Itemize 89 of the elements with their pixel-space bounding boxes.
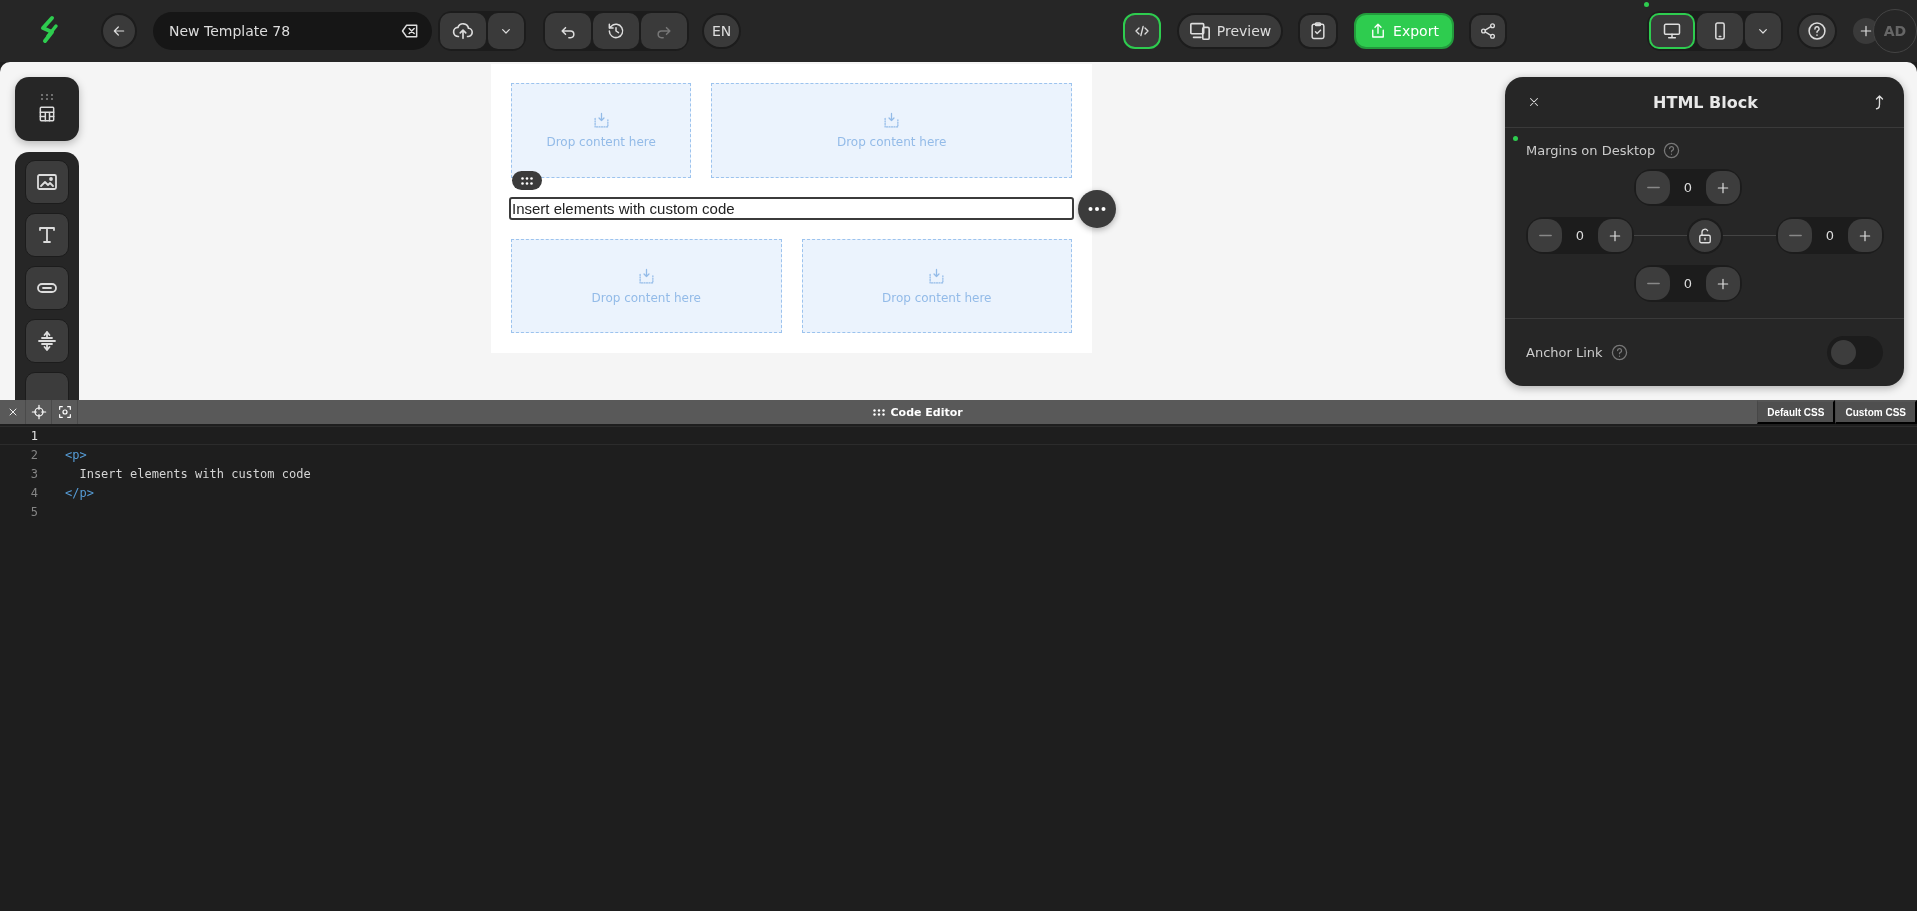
drag-dots-icon bbox=[872, 408, 885, 416]
back-icon bbox=[111, 23, 127, 39]
button-tool[interactable] bbox=[25, 266, 69, 310]
drop-icon bbox=[592, 112, 610, 129]
clipboard-check-icon bbox=[1308, 21, 1328, 41]
anchor-link-toggle[interactable] bbox=[1827, 335, 1883, 369]
drop-zone-label: Drop content here bbox=[882, 290, 992, 305]
share-button[interactable] bbox=[1469, 13, 1507, 49]
history-icon bbox=[606, 21, 626, 41]
help-button[interactable] bbox=[1797, 13, 1837, 49]
more-icon bbox=[1088, 206, 1106, 212]
back-button[interactable] bbox=[101, 13, 137, 49]
code-view-button[interactable] bbox=[1123, 13, 1161, 49]
mobile-view-button[interactable] bbox=[1697, 13, 1743, 49]
line-number: 2 bbox=[29, 447, 38, 462]
spacer-tool[interactable] bbox=[25, 319, 69, 363]
margin-stepper[interactable]: 0 bbox=[1634, 265, 1742, 302]
locate-button[interactable] bbox=[30, 404, 47, 420]
undo-button[interactable] bbox=[545, 13, 591, 49]
drag-dots-icon bbox=[40, 94, 54, 100]
cloud-upload-icon bbox=[452, 20, 474, 42]
code-text: <p> bbox=[65, 447, 87, 462]
editor-title: Code Editor bbox=[890, 405, 963, 419]
unlock-icon bbox=[1696, 226, 1714, 245]
clear-button[interactable] bbox=[400, 21, 420, 41]
drag-dots-icon bbox=[521, 176, 533, 185]
minus-icon bbox=[1646, 282, 1660, 285]
desktop-view-button[interactable] bbox=[1649, 13, 1695, 49]
margin-stepper[interactable]: 0 bbox=[1526, 217, 1634, 254]
help-icon bbox=[1610, 343, 1628, 361]
margin-value: 0 bbox=[1575, 228, 1585, 243]
anchor-link-label: Anchor Link bbox=[1526, 344, 1603, 360]
preview-button[interactable]: Preview bbox=[1177, 13, 1283, 49]
history-button[interactable] bbox=[593, 13, 639, 49]
close-button[interactable] bbox=[1527, 95, 1541, 109]
line-number: 1 bbox=[29, 428, 38, 443]
lock-button[interactable] bbox=[1687, 217, 1723, 254]
margin-stepper[interactable]: 0 bbox=[1634, 169, 1742, 206]
help-icon bbox=[1807, 21, 1827, 41]
increase-button[interactable] bbox=[1706, 171, 1740, 204]
minus-icon bbox=[1646, 186, 1660, 189]
margin-stepper[interactable]: 0 bbox=[1776, 217, 1884, 254]
editor-tab[interactable]: Default CSS bbox=[1757, 400, 1836, 424]
clear-icon bbox=[400, 21, 420, 41]
drop-zone-label: Drop content here bbox=[591, 290, 701, 305]
line-number: 3 bbox=[29, 466, 38, 481]
share-icon bbox=[1479, 22, 1497, 40]
minus-icon bbox=[1788, 234, 1802, 237]
desktop-icon bbox=[1662, 21, 1682, 41]
code-text: </p> bbox=[65, 485, 94, 500]
more-button[interactable] bbox=[1078, 190, 1116, 228]
layout-icon bbox=[37, 104, 57, 124]
editor-tab[interactable]: Custom CSS bbox=[1835, 400, 1917, 424]
drop-zone-label: Drop content here bbox=[836, 135, 947, 149]
drop-zone-label: Drop content here bbox=[546, 135, 656, 149]
code-text: Insert elements with custom code bbox=[78, 466, 311, 481]
html-block[interactable]: Insert elements with custom code bbox=[509, 197, 1074, 220]
text-input[interactable]: New Template 78 bbox=[167, 22, 400, 40]
close-icon bbox=[1527, 95, 1541, 109]
margin-value: 0 bbox=[1825, 228, 1835, 243]
margins-label: Margins on Desktop bbox=[1526, 143, 1656, 158]
status-dot bbox=[1644, 2, 1649, 7]
clipboard-button[interactable] bbox=[1298, 13, 1338, 49]
line-number: 4 bbox=[29, 485, 38, 500]
template-name-field[interactable]: New Template 78 bbox=[153, 12, 432, 50]
layout-toolbox[interactable] bbox=[15, 77, 79, 141]
increase-button[interactable] bbox=[1598, 219, 1632, 252]
spacer-icon bbox=[35, 329, 59, 353]
drop-icon bbox=[637, 267, 655, 285]
help-icon bbox=[1663, 142, 1681, 159]
increase-button[interactable] bbox=[1706, 267, 1740, 300]
drop-icon bbox=[883, 112, 901, 129]
margin-value: 0 bbox=[1683, 276, 1693, 291]
minus-icon bbox=[1538, 234, 1552, 237]
line-number: 5 bbox=[29, 504, 38, 519]
upload-button[interactable] bbox=[440, 13, 486, 49]
focus-button[interactable] bbox=[56, 404, 73, 420]
drag-handle[interactable] bbox=[512, 171, 542, 190]
image-tool[interactable] bbox=[25, 160, 69, 204]
text-tool[interactable] bbox=[25, 213, 69, 257]
language-button[interactable]: EN bbox=[702, 13, 742, 49]
panel-title: HTML Block bbox=[1652, 92, 1759, 112]
devices-icon bbox=[1188, 20, 1211, 42]
plus-icon bbox=[1858, 23, 1874, 39]
drop-icon bbox=[928, 267, 946, 285]
crosshair-icon bbox=[30, 404, 47, 420]
margin-value: 0 bbox=[1683, 180, 1693, 195]
increase-button[interactable] bbox=[1848, 219, 1882, 252]
focus-icon bbox=[56, 404, 73, 420]
